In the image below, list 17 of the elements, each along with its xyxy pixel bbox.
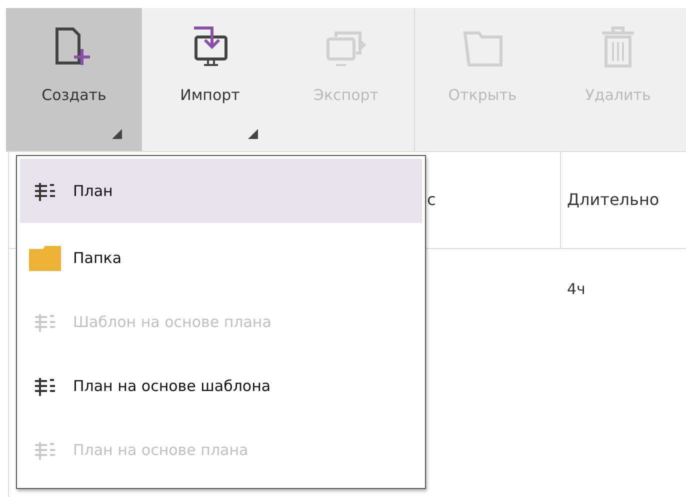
menu-item[interactable]: Папка <box>20 226 422 290</box>
table-cell: 4ч <box>567 280 586 298</box>
plan-icon <box>34 376 56 396</box>
menu-item[interactable]: План на основе шаблона <box>20 354 422 418</box>
menu-item[interactable]: План <box>20 159 422 223</box>
dropdown-arrow-icon <box>248 129 258 139</box>
plan-icon <box>34 312 56 332</box>
column-header: Длительно <box>567 189 660 211</box>
toolbar-button[interactable]: Импорт <box>142 8 278 151</box>
dropdown-arrow-icon <box>112 129 122 139</box>
plan-icon <box>34 440 56 460</box>
folder-icon <box>29 245 61 271</box>
column-header: с <box>427 189 436 211</box>
trash-icon <box>600 25 636 69</box>
plan-icon <box>34 181 56 201</box>
toolbar-button[interactable]: Создать <box>6 8 142 151</box>
new-file-icon <box>55 27 93 67</box>
